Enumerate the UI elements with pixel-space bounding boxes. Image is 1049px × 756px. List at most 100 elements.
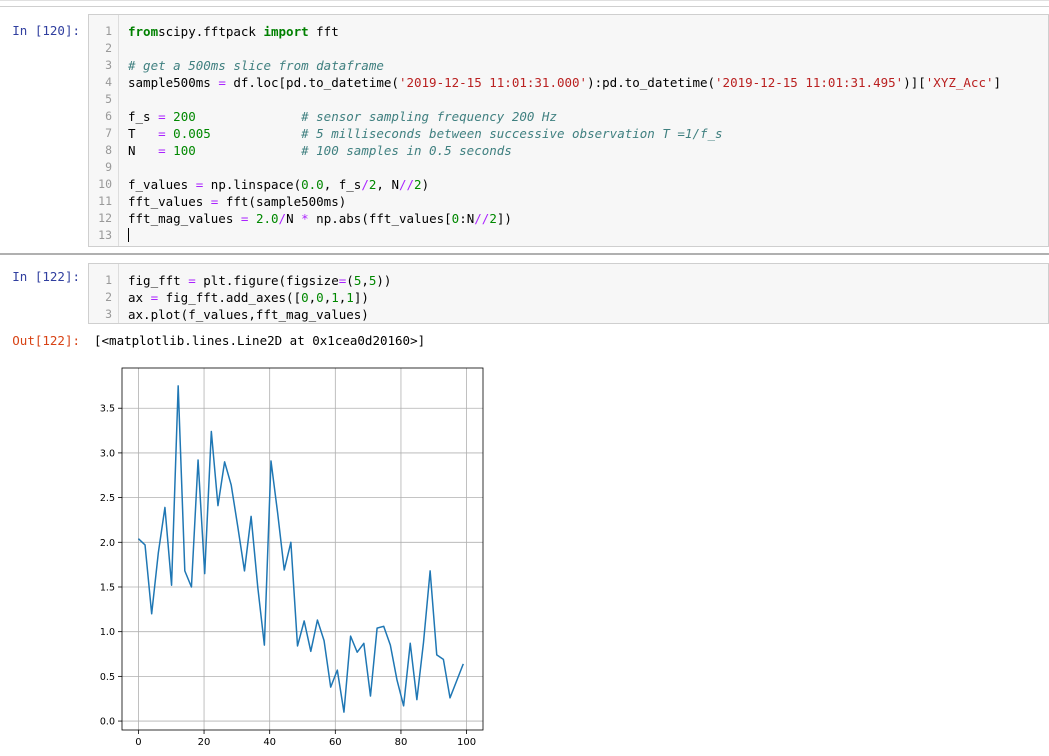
cell-2-code-editor[interactable]: 123 fig_fft = plt.figure(figsize=(5,5)) a…: [88, 263, 1049, 324]
line-number: 5: [105, 92, 112, 106]
code-token: 1: [331, 290, 339, 305]
code-token: ]): [353, 290, 369, 305]
cell-1-input-prompt: In [120]:: [12, 23, 80, 38]
code-token: 2: [489, 211, 497, 226]
code-token: ,: [361, 273, 369, 288]
code-token: fig_fft: [128, 273, 189, 288]
code-token: //: [474, 211, 490, 226]
line-number: 4: [105, 75, 112, 89]
chart-grid: [122, 368, 483, 730]
code-line: f_s = 200 # sensor sampling frequency 20…: [128, 108, 557, 125]
y-tick-label: 0.5: [100, 672, 115, 683]
code-token: sample500ms: [128, 75, 219, 90]
previous-cell-divider: [0, 0, 1049, 1]
y-tick-label: 2.5: [100, 493, 115, 504]
code-token: # 100 samples in 0.5 seconds: [301, 143, 512, 158]
code-line: sample500ms = df.loc[pd.to_datetime('201…: [128, 74, 1001, 91]
code-token: N: [128, 143, 159, 158]
x-tick-label: 0: [135, 737, 141, 748]
code-token: =: [188, 273, 196, 288]
code-token: =: [158, 143, 166, 158]
code-token: from: [128, 24, 159, 39]
code-token: )][: [903, 75, 926, 90]
code-token: scipy.fftpack: [158, 24, 264, 39]
code-line: ax = fig_fft.add_axes([0,0,1,1]): [128, 289, 369, 306]
code-token: /: [361, 177, 369, 192]
code-token: , f_s: [323, 177, 362, 192]
code-token: 100: [173, 143, 196, 158]
code-token: ]: [993, 75, 1002, 90]
code-token: df.loc[pd.to_datetime(: [225, 75, 399, 90]
x-tick-label: 40: [263, 737, 276, 748]
code-token: 0: [301, 290, 309, 305]
code-token: # get a 500ms slice from dataframe: [128, 58, 384, 73]
code-token: fft(sample500ms): [218, 194, 347, 209]
code-line: # get a 500ms slice from dataframe: [128, 57, 384, 74]
code-token: 0.005: [173, 126, 211, 141]
code-token: )): [376, 273, 392, 288]
code-token: 200: [173, 109, 196, 124]
line-number: 8: [105, 143, 112, 157]
code-token: =: [158, 109, 166, 124]
y-tick-label: 2.0: [100, 538, 115, 549]
line-number: 12: [98, 211, 112, 225]
code-token: fft_values: [128, 194, 211, 209]
code-token: import: [263, 24, 309, 39]
cell-2-output-prompt: Out[122]:: [12, 333, 80, 348]
line-number: 1: [105, 273, 112, 287]
previous-cell-bottom: [0, 6, 1049, 7]
line-number: 3: [105, 307, 112, 321]
x-tick-label: 20: [198, 737, 211, 748]
line-number: 13: [98, 228, 112, 242]
line-number: 3: [105, 58, 112, 72]
code-token: T: [128, 126, 159, 141]
code-token: # 5 milliseconds between successive obse…: [301, 126, 723, 141]
code-token: ): [421, 177, 430, 192]
code-token: ax: [128, 290, 151, 305]
line-number: 10: [98, 177, 112, 191]
output-repr-text: [<matplotlib.lines.Line2D at 0x1cea0d201…: [94, 333, 426, 348]
code-token: f_values: [128, 177, 196, 192]
code-token: 2.0: [255, 211, 279, 226]
code-line: N = 100 # 100 samples in 0.5 seconds: [128, 142, 512, 159]
code-line: fromscipy.fftpack import fft: [128, 23, 339, 40]
code-token: # sensor sampling frequency 200 Hz: [301, 109, 557, 124]
code-token: ):pd.to_datetime(: [587, 75, 716, 90]
line-number: 2: [105, 290, 112, 304]
x-tick-label: 100: [457, 737, 476, 748]
line-number: 11: [98, 194, 112, 208]
code-token: 'XYZ_Acc': [925, 75, 994, 90]
code-token: 0.0: [301, 177, 324, 192]
fft-magnitude-line-chart: 0 20 40 60 80 100 0.0 0.5 1.0 1.5 2.0 2.5 3.0 3.5: [100, 367, 484, 748]
axes-frame: [121, 367, 484, 731]
code-token: np.linspace(: [203, 177, 302, 192]
code-token: =: [158, 126, 166, 141]
code-token: f_s: [128, 109, 159, 124]
line-number: 9: [105, 160, 112, 174]
code-token: =: [150, 290, 159, 305]
x-tick-label: 60: [329, 737, 342, 748]
line-number: 7: [105, 126, 112, 140]
code-token: /: [278, 211, 287, 226]
code-line: ax.plot(f_values,fft_mag_values): [128, 306, 369, 323]
code-token: (: [346, 273, 354, 288]
code-token: 0: [316, 290, 324, 305]
code-token: ]): [496, 211, 512, 226]
y-tick-label: 1.0: [100, 627, 115, 638]
code-token: 1: [346, 290, 354, 305]
cell-1-code-editor[interactable]: 1 2 3 4 5 6 7 8 9 10 11 12 13 fromscipy.fftpack impo…: [88, 14, 1049, 247]
code-line: fft_values = fft(sample500ms): [128, 193, 346, 210]
code-token: //: [398, 177, 415, 192]
line-number: 2: [105, 41, 112, 55]
code-line: f_values = np.linspace(0.0, f_s/2, N//2): [128, 176, 429, 193]
code-token: *: [301, 211, 309, 226]
code-token: fft: [308, 24, 339, 39]
cell-separator: [0, 253, 1049, 255]
code-line: T = 0.005 # 5 milliseconds between succe…: [128, 125, 723, 142]
y-tick-label: 0.0: [100, 717, 115, 728]
code-token: :N: [459, 211, 475, 226]
cell-2-line-gutter: 1 2 3: [89, 264, 119, 323]
line-number: 6: [105, 109, 112, 123]
